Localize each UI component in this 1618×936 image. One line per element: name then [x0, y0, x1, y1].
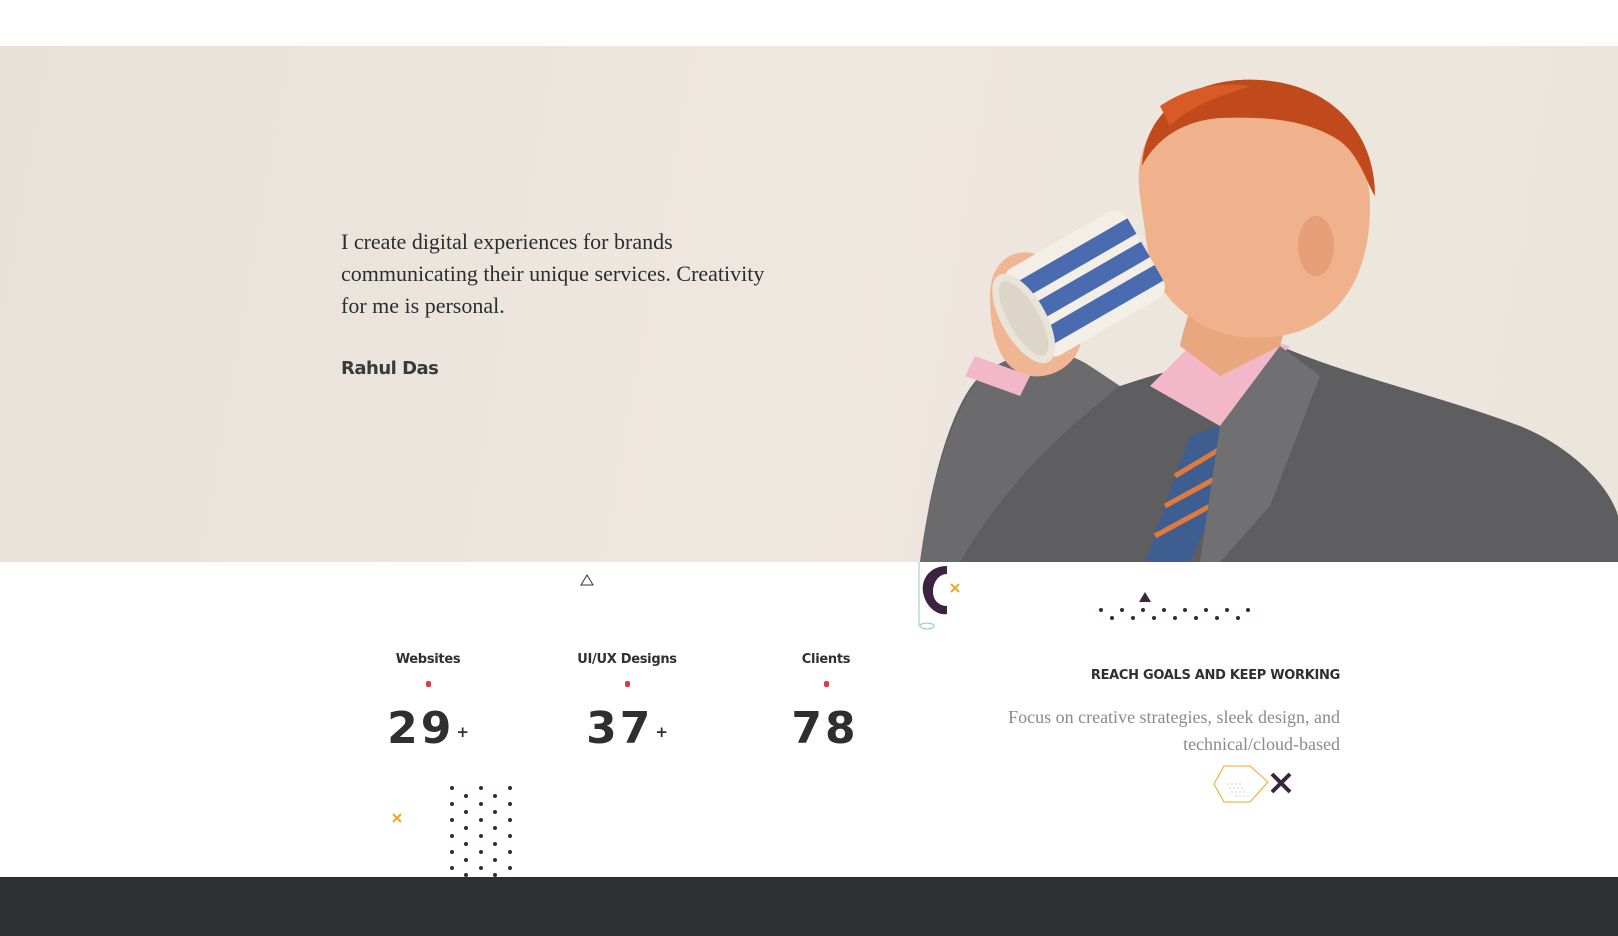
- stat-dot-icon: [624, 681, 630, 687]
- dot-pattern-decoration: [1099, 592, 1250, 620]
- top-bar: [0, 0, 1618, 46]
- triangle-outline-icon: [580, 574, 594, 586]
- stats-section: Websites 29 + UI/UX Designs 37 + Clients 7…: [0, 562, 1618, 877]
- dot-grid-decoration: [450, 786, 512, 877]
- stat-value: 29: [387, 703, 455, 754]
- hero-author: Rahul Das: [341, 358, 439, 379]
- goals-text: Focus on creative strategies, sleek desi…: [1008, 707, 1340, 754]
- stat-value: 37: [586, 703, 654, 754]
- stat-uiux-designs: UI/UX Designs 37 +: [547, 652, 707, 757]
- hero-quote: I create digital experiences for brands …: [341, 229, 765, 318]
- stat-dot-icon: [425, 681, 431, 687]
- stat-label: UI/UX Designs: [577, 652, 677, 667]
- stat-clients: Clients 78: [746, 652, 906, 757]
- stat-dot-icon: [823, 681, 829, 687]
- x-mark-decoration-icon: [392, 813, 402, 823]
- hexagon-x-decoration-icon: [1213, 765, 1292, 803]
- stat-plus: +: [655, 723, 668, 741]
- stat-label: Websites: [395, 652, 461, 667]
- stat-value: 78: [791, 703, 859, 754]
- crescent-decoration-icon: [918, 562, 960, 630]
- person-drinking-coffee-image: [920, 79, 1618, 562]
- hero-section: I create digital experiences for brands …: [0, 46, 1618, 562]
- footer: [0, 877, 1618, 936]
- stat-plus: +: [456, 723, 469, 741]
- goals-title: REACH GOALS AND KEEP WORKING: [1090, 668, 1340, 683]
- stat-websites: Websites 29 +: [348, 652, 508, 757]
- stat-label: Clients: [801, 652, 851, 667]
